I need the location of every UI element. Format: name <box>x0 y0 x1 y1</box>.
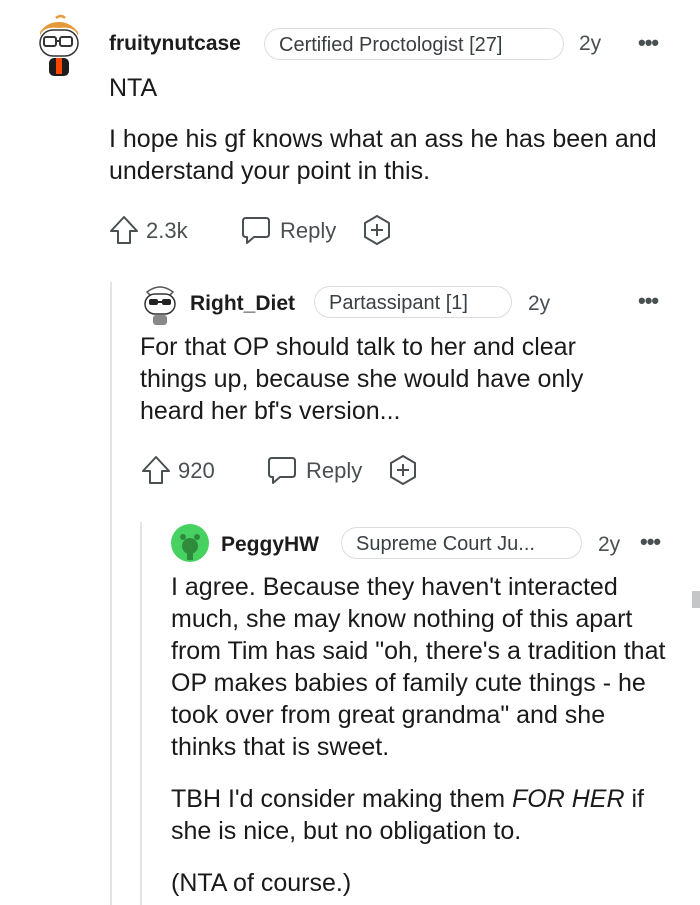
user-flair: Partassipant [1] <box>314 286 512 318</box>
comment-age: 2y <box>528 292 551 315</box>
comment-author[interactable]: Right_Diet <box>190 292 295 316</box>
comment-text: TBH I'd consider making them <box>171 785 513 813</box>
comment-age: 2y <box>579 32 602 55</box>
comment-body-paragraph: TBH I'd consider making them FOR HER if … <box>171 783 666 847</box>
vote-count: 920 <box>178 458 215 483</box>
more-options-icon[interactable]: ••• <box>640 529 661 555</box>
avatar[interactable] <box>171 524 209 562</box>
award-icon[interactable] <box>361 214 393 246</box>
comment-author[interactable]: PeggyHW <box>221 533 319 557</box>
comment-author[interactable]: fruitynutcase <box>109 32 241 56</box>
comment-body-paragraph: NTA <box>109 74 158 102</box>
comment-body-paragraph: I hope his gf knows what an ass he has b… <box>109 125 657 185</box>
reply-icon[interactable] <box>266 454 298 486</box>
more-options-icon[interactable]: ••• <box>638 288 659 314</box>
avatar[interactable] <box>141 284 179 326</box>
upvote-icon[interactable] <box>108 214 140 246</box>
comment-body-paragraph: (NTA of course.) <box>171 869 352 897</box>
thread-line-level-2[interactable] <box>140 522 142 905</box>
reply-icon[interactable] <box>240 214 272 246</box>
comment-age: 2y <box>598 533 621 556</box>
emphasized-text: FOR HER <box>512 785 625 813</box>
avatar[interactable] <box>34 14 84 78</box>
reply-button[interactable]: Reply <box>280 218 336 244</box>
more-options-icon[interactable]: ••• <box>638 30 659 56</box>
comment-body-paragraph: I agree. Because they haven't interacted… <box>171 573 666 761</box>
comment-body-paragraph: For that OP should talk to her and clear… <box>140 333 584 425</box>
user-flair: Certified Proctologist [27] <box>264 28 564 60</box>
user-flair: Supreme Court Ju... <box>341 527 582 559</box>
thread-line-level-1[interactable] <box>110 282 112 905</box>
vote-count: 2.3k <box>146 218 188 243</box>
award-icon[interactable] <box>387 454 419 486</box>
reply-button[interactable]: Reply <box>306 458 362 484</box>
upvote-icon[interactable] <box>140 454 172 486</box>
scrollbar-thumb[interactable] <box>692 591 700 608</box>
